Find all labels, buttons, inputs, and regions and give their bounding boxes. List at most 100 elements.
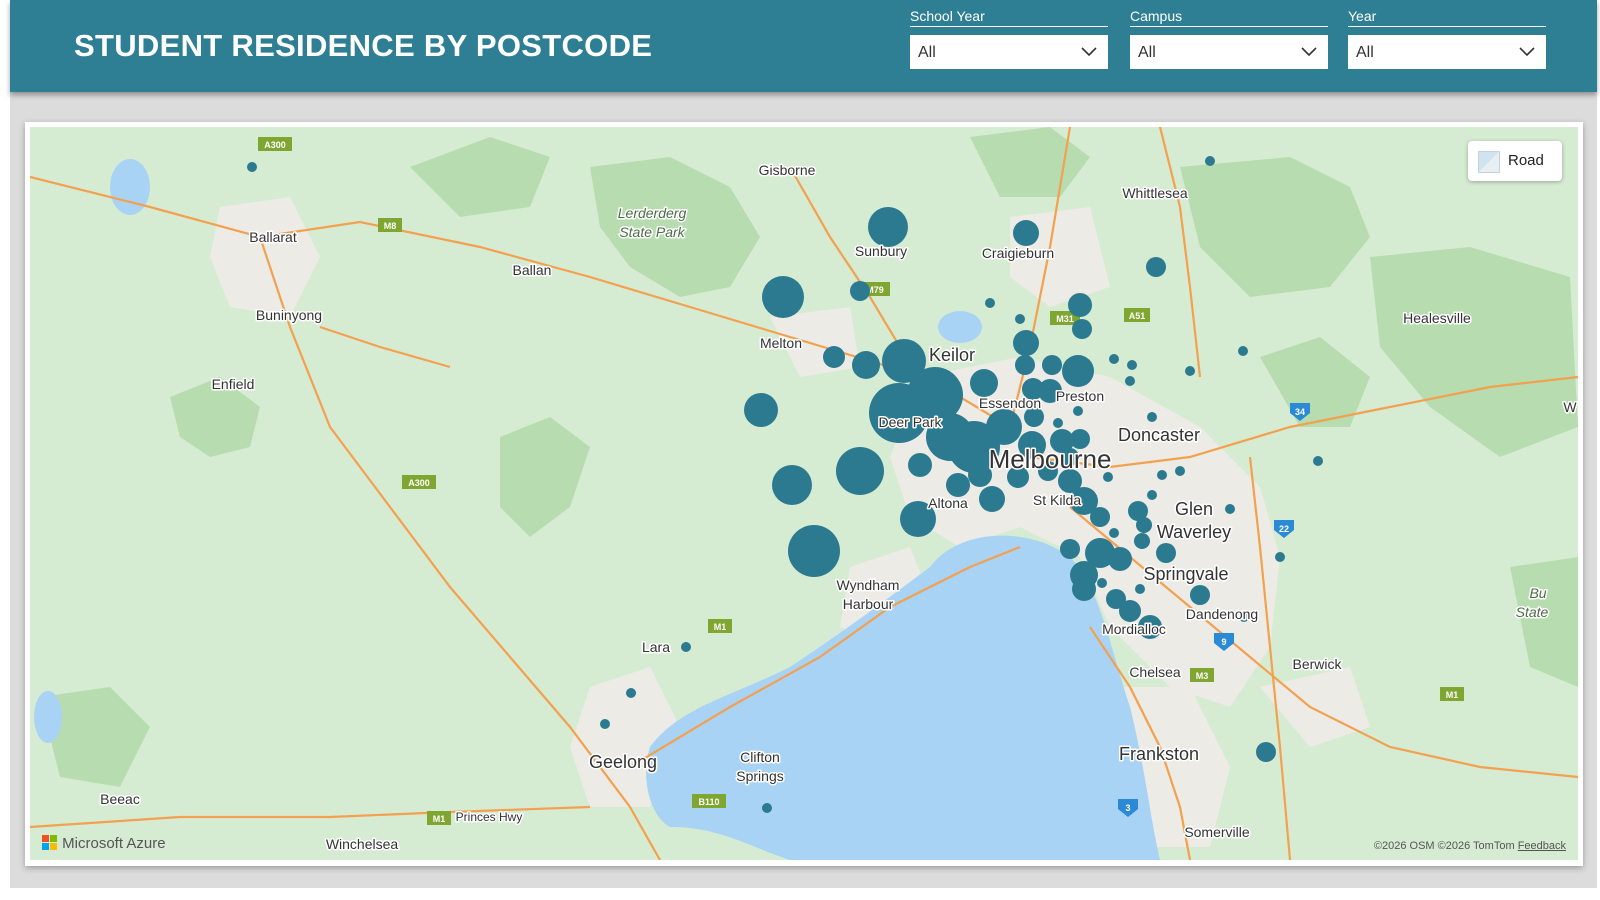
place-label: Keilor: [929, 345, 975, 365]
postcode-bubble: [986, 409, 1022, 445]
place-label: Whittlesea: [1122, 185, 1188, 201]
postcode-bubble: [1157, 470, 1167, 480]
place-label: W: [1563, 399, 1577, 415]
place-label: Princes Hwy: [456, 810, 523, 824]
route-badge: 3: [1125, 803, 1130, 813]
place-label: Craigieburn: [982, 245, 1054, 261]
chevron-down-icon: [1081, 47, 1097, 57]
postcode-bubble: [1185, 366, 1195, 376]
place-label: Ballan: [513, 262, 552, 278]
postcode-bubble: [946, 473, 970, 497]
school-year-dropdown[interactable]: All: [910, 35, 1108, 69]
place-label: Dandenong: [1186, 606, 1258, 622]
road-shield: M31: [1056, 314, 1074, 324]
postcode-bubble: [1275, 552, 1285, 562]
place-label: Berwick: [1292, 656, 1342, 672]
place-label: State: [1516, 604, 1549, 620]
place-label: Waverley: [1157, 522, 1231, 542]
postcode-bubble: [1125, 376, 1135, 386]
place-label: Springs: [736, 768, 783, 784]
postcode-bubble: [868, 207, 908, 247]
place-label: Sunbury: [855, 243, 907, 259]
place-label: Bu: [1529, 585, 1546, 601]
postcode-bubble: [626, 688, 636, 698]
postcode-bubble: [1119, 600, 1141, 622]
postcode-bubble: [1013, 330, 1039, 356]
postcode-bubble: [1135, 584, 1145, 594]
postcode-bubble: [681, 642, 691, 652]
place-label: Frankston: [1119, 744, 1199, 764]
postcode-bubble: [1015, 314, 1025, 324]
microsoft-logo-icon: [42, 835, 58, 851]
postcode-bubble: [744, 393, 778, 427]
road-shield: M1: [714, 622, 727, 632]
map-style-button[interactable]: Road: [1468, 141, 1562, 181]
road-map-icon: [1478, 151, 1500, 173]
route-badge: 34: [1295, 407, 1305, 417]
postcode-bubble: [970, 369, 998, 397]
place-label: Springvale: [1143, 564, 1228, 584]
postcode-bubble: [788, 525, 840, 577]
filter-school-year: School Year All: [910, 8, 1108, 69]
place-label: Buninyong: [256, 307, 322, 323]
postcode-bubble: [772, 465, 812, 505]
place-label: Gisborne: [759, 162, 816, 178]
postcode-bubble: [850, 281, 870, 301]
report-title: STUDENT RESIDENCE BY POSTCODE: [74, 28, 653, 63]
postcode-bubble: [1175, 466, 1185, 476]
map-visual: A300 M8 M79 M31 A51 A300 M1 M3 M1 B110 M…: [25, 122, 1583, 866]
place-label: Harbour: [843, 596, 894, 612]
campus-dropdown[interactable]: All: [1130, 35, 1328, 69]
road-shield: A300: [408, 478, 430, 488]
road-shield: M3: [1196, 671, 1209, 681]
report-header: STUDENT RESIDENCE BY POSTCODE School Yea…: [10, 0, 1597, 92]
postcode-bubble: [1134, 533, 1150, 549]
chevron-down-icon: [1301, 47, 1317, 57]
postcode-bubble: [1225, 504, 1235, 514]
place-label: Melbourne: [989, 444, 1112, 474]
postcode-bubble: [1060, 539, 1080, 559]
postcode-bubble: [836, 447, 884, 495]
attribution-brand: Microsoft Azure: [62, 835, 166, 852]
place-label: Somerville: [1184, 824, 1250, 840]
road-shield: B110: [698, 797, 719, 807]
road-shield: M1: [433, 814, 446, 824]
copyright-text: ©2026 OSM ©2026 TomTom: [1373, 840, 1515, 852]
place-label: Lerderderg: [618, 205, 687, 221]
postcode-bubble: [1042, 355, 1062, 375]
postcode-bubble: [1072, 577, 1096, 601]
filter-school-year-label: School Year: [910, 8, 1108, 27]
place-label: Geelong: [589, 752, 657, 772]
postcode-bubble: [247, 162, 257, 172]
place-label: Deer Park: [878, 414, 942, 430]
year-dropdown[interactable]: All: [1348, 35, 1546, 69]
postcode-bubble: [908, 453, 932, 477]
postcode-bubble: [1073, 406, 1083, 416]
postcode-bubble: [1108, 547, 1132, 571]
postcode-bubble: [1205, 156, 1215, 166]
postcode-bubble: [600, 719, 610, 729]
road-shield: A300: [264, 140, 286, 150]
place-label: State Park: [619, 224, 685, 240]
postcode-bubble: [762, 276, 804, 318]
feedback-link[interactable]: Feedback: [1518, 840, 1566, 852]
map-canvas[interactable]: A300 M8 M79 M31 A51 A300 M1 M3 M1 B110 M…: [30, 127, 1578, 860]
road-shield: M8: [384, 221, 397, 231]
road-shield: A51: [1129, 311, 1146, 321]
postcode-bubble: [1146, 257, 1166, 277]
postcode-bubble: [1090, 507, 1110, 527]
postcode-bubble: [1190, 585, 1210, 605]
postcode-bubble: [979, 486, 1005, 512]
postcode-bubble: [1147, 490, 1157, 500]
postcode-bubble: [1136, 517, 1152, 533]
postcode-bubble: [1053, 418, 1063, 428]
postcode-bubble: [1109, 354, 1119, 364]
map-copyright: ©2026 OSM ©2026 TomTom Feedback: [1374, 840, 1566, 852]
place-label: Melton: [760, 335, 802, 351]
postcode-bubble: [762, 803, 772, 813]
place-label: Beeac: [100, 791, 140, 807]
postcode-bubble: [823, 346, 845, 368]
route-badge: 22: [1279, 524, 1289, 534]
school-year-value: All: [918, 44, 936, 61]
place-label: Glen: [1175, 499, 1213, 519]
